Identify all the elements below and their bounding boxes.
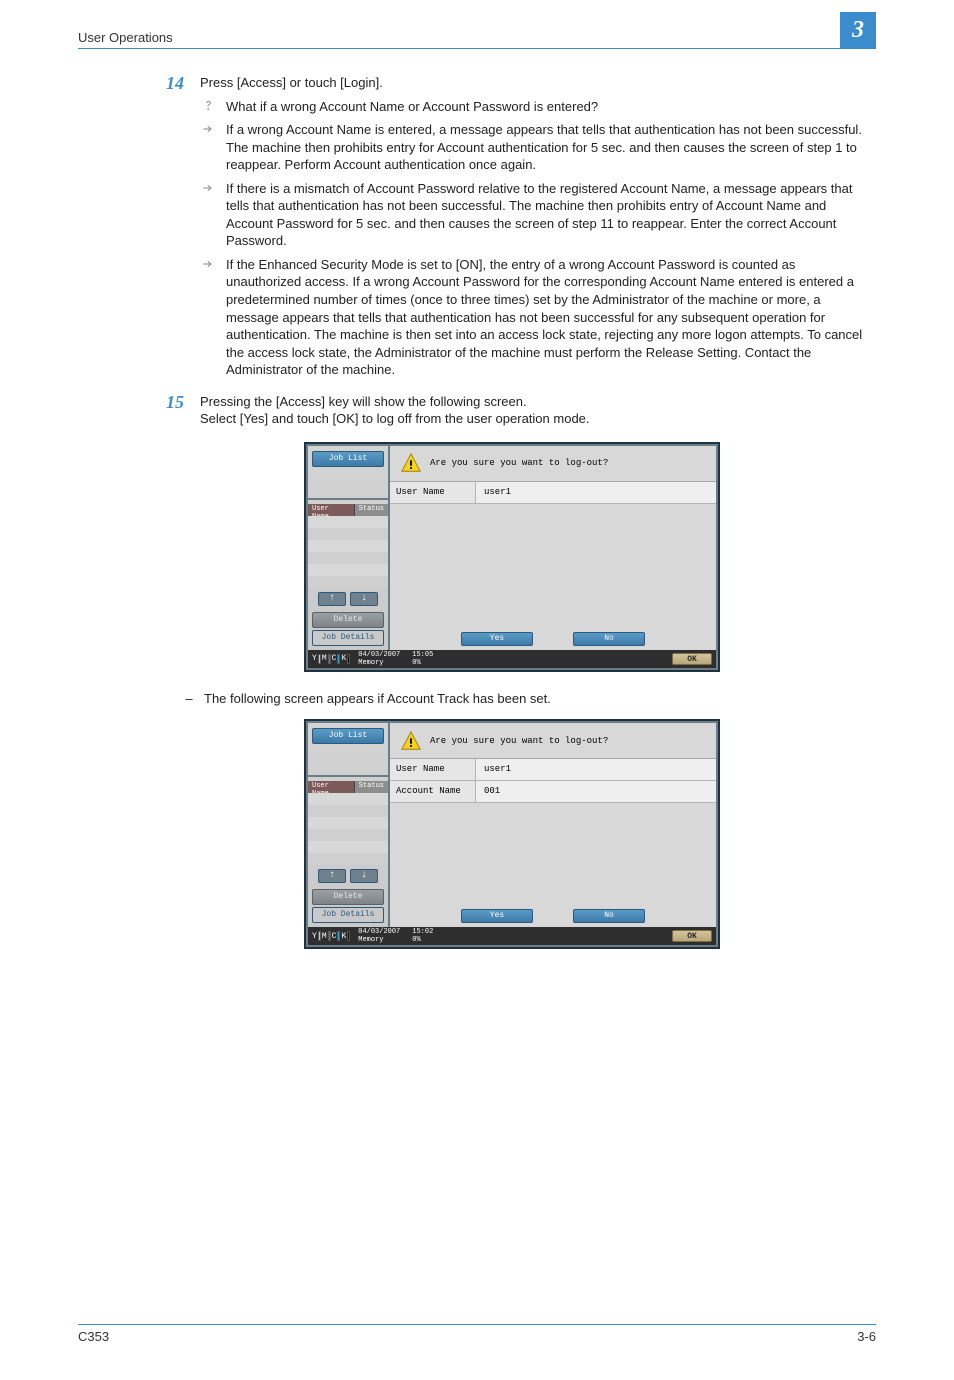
note-text: If the Enhanced Security Mode is set to … bbox=[226, 256, 866, 379]
note-text: What if a wrong Account Name or Account … bbox=[226, 98, 866, 116]
panel-sidebar: Job List User Name Status ↑ ↓ bbox=[308, 446, 390, 650]
arrow-down-button[interactable]: ↓ bbox=[350, 869, 378, 883]
panel-footer: Y M C K 04/03/2007 Memory 15:02 0% OK bbox=[308, 927, 716, 945]
footer-left: C353 bbox=[78, 1329, 109, 1344]
user-name-label: User Name bbox=[390, 482, 476, 503]
page-content: 14 Press [Access] or touch [Login]. What… bbox=[158, 74, 866, 949]
note-answer-1: If a wrong Account Name is entered, a me… bbox=[200, 121, 866, 174]
arrow-icon bbox=[200, 180, 216, 250]
page-header: User Operations 3 bbox=[78, 30, 876, 49]
dash-text: The following screen appears if Account … bbox=[204, 690, 551, 708]
chapter-badge: 3 bbox=[840, 12, 876, 48]
footer-date: 04/03/2007 Memory bbox=[358, 651, 400, 667]
panel-footer: Y M C K 04/03/2007 Memory 15:05 0% OK bbox=[308, 650, 716, 668]
status-rows bbox=[308, 793, 388, 865]
account-name-label: Account Name bbox=[390, 781, 476, 802]
question-icon bbox=[200, 98, 216, 116]
arrow-down-button[interactable]: ↓ bbox=[350, 592, 378, 606]
toner-levels: Y M C K bbox=[312, 931, 350, 941]
toner-c-icon bbox=[337, 654, 340, 664]
note-text: If there is a mismatch of Account Passwo… bbox=[226, 180, 866, 250]
logout-panel-2: Job List User Name Status ↑ ↓ bbox=[304, 719, 720, 949]
status-header: User Name Status bbox=[308, 504, 388, 516]
step-15: 15 Pressing the [Access] key will show t… bbox=[158, 393, 866, 428]
user-name-label: User Name bbox=[390, 759, 476, 780]
footer-time: 15:05 0% bbox=[412, 651, 433, 667]
yes-button[interactable]: Yes bbox=[461, 909, 533, 923]
status-col-user: User Name bbox=[308, 504, 355, 516]
footer-time: 15:02 0% bbox=[412, 928, 433, 944]
toner-y-icon bbox=[318, 654, 321, 664]
logout-message: Are you sure you want to log-out? bbox=[430, 736, 608, 746]
toner-c-icon bbox=[337, 931, 340, 941]
status-col-user: User Name bbox=[308, 781, 355, 793]
note-answer-2: If there is a mismatch of Account Passwo… bbox=[200, 180, 866, 250]
panel-main: Are you sure you want to log-out? User N… bbox=[390, 446, 716, 650]
arrow-up-button[interactable]: ↑ bbox=[318, 869, 346, 883]
delete-button[interactable]: Delete bbox=[312, 889, 384, 905]
toner-m-icon bbox=[328, 931, 331, 941]
no-button[interactable]: No bbox=[573, 909, 645, 923]
step-line1: Pressing the [Access] key will show the … bbox=[200, 393, 866, 411]
job-list-button[interactable]: Job List bbox=[312, 728, 384, 744]
step-body: Press [Access] or touch [Login]. What if… bbox=[200, 74, 866, 379]
ok-button[interactable]: OK bbox=[672, 653, 712, 665]
user-name-row: User Name user1 bbox=[390, 482, 716, 504]
logout-message: Are you sure you want to log-out? bbox=[430, 458, 608, 468]
step-number: 15 bbox=[158, 393, 184, 428]
footer-right: 3-6 bbox=[857, 1329, 876, 1344]
toner-levels: Y M C K bbox=[312, 654, 350, 664]
note-answer-3: If the Enhanced Security Mode is set to … bbox=[200, 256, 866, 379]
toner-y-icon bbox=[318, 931, 321, 941]
toner-k-icon bbox=[347, 931, 350, 941]
status-rows bbox=[308, 516, 388, 588]
no-button[interactable]: No bbox=[573, 632, 645, 646]
page-footer: C353 3-6 bbox=[78, 1324, 876, 1344]
warning-icon bbox=[400, 452, 422, 474]
job-details-button[interactable]: Job Details bbox=[312, 907, 384, 923]
delete-button[interactable]: Delete bbox=[312, 612, 384, 628]
footer-date: 04/03/2007 Memory bbox=[358, 928, 400, 944]
account-name-value: 001 bbox=[476, 781, 716, 802]
arrow-up-button[interactable]: ↑ bbox=[318, 592, 346, 606]
status-col-status: Status bbox=[355, 504, 388, 516]
step-text: Press [Access] or touch [Login]. bbox=[200, 74, 866, 92]
header-title: User Operations bbox=[78, 30, 173, 45]
dash-note: – The following screen appears if Accoun… bbox=[184, 690, 866, 708]
panel-main: Are you sure you want to log-out? User N… bbox=[390, 723, 716, 927]
dash-marker: – bbox=[184, 690, 194, 708]
account-name-row: Account Name 001 bbox=[390, 781, 716, 803]
status-col-status: Status bbox=[355, 781, 388, 793]
note-list: What if a wrong Account Name or Account … bbox=[200, 98, 866, 379]
user-name-row: User Name user1 bbox=[390, 759, 716, 781]
warning-icon bbox=[400, 730, 422, 752]
step-number: 14 bbox=[158, 74, 184, 379]
logout-panel-1: Job List User Name Status ↑ ↓ bbox=[304, 442, 720, 672]
step-body: Pressing the [Access] key will show the … bbox=[200, 393, 866, 428]
arrow-icon bbox=[200, 121, 216, 174]
job-list-button[interactable]: Job List bbox=[312, 451, 384, 467]
arrow-icon bbox=[200, 256, 216, 379]
user-name-value: user1 bbox=[476, 482, 716, 503]
toner-m-icon bbox=[328, 654, 331, 664]
yes-button[interactable]: Yes bbox=[461, 632, 533, 646]
step-14: 14 Press [Access] or touch [Login]. What… bbox=[158, 74, 866, 379]
step-line2: Select [Yes] and touch [OK] to log off f… bbox=[200, 410, 866, 428]
note-question: What if a wrong Account Name or Account … bbox=[200, 98, 866, 116]
user-name-value: user1 bbox=[476, 759, 716, 780]
job-details-button[interactable]: Job Details bbox=[312, 630, 384, 646]
panel-sidebar: Job List User Name Status ↑ ↓ bbox=[308, 723, 390, 927]
note-text: If a wrong Account Name is entered, a me… bbox=[226, 121, 866, 174]
status-header: User Name Status bbox=[308, 781, 388, 793]
toner-k-icon bbox=[347, 654, 350, 664]
ok-button[interactable]: OK bbox=[672, 930, 712, 942]
